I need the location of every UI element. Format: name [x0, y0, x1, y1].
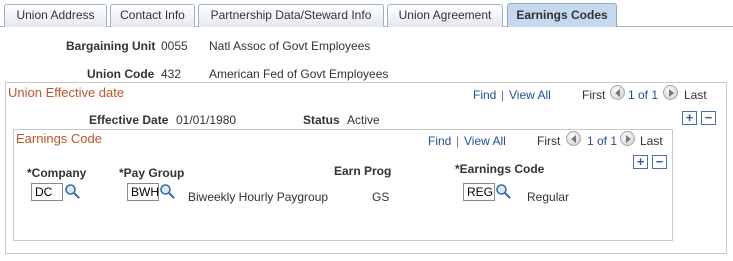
status-label: Status — [303, 113, 340, 127]
union-effective-date-title: Union Effective date — [8, 85, 125, 100]
row-range: 1 of 1 — [587, 134, 618, 148]
last-label: Last — [684, 88, 707, 102]
bargaining-unit-code: 0055 — [161, 39, 188, 53]
status-value: Active — [347, 113, 380, 127]
earnings-code-input[interactable]: REG — [463, 183, 495, 201]
pay-group-label: *Pay Group — [119, 166, 185, 180]
company-label: *Company — [27, 166, 87, 180]
tab-label: Earnings Codes — [516, 8, 608, 22]
union-code-label: Union Code — [87, 67, 155, 81]
bargaining-unit-label: Bargaining Unit — [66, 39, 156, 53]
effective-date-value: 01/01/1980 — [176, 113, 237, 127]
pay-group-desc: Biweekly Hourly Paygroup — [188, 190, 329, 204]
union-code-value: 432 — [161, 67, 182, 81]
earn-prog-value: GS — [372, 190, 390, 204]
tab-label: Union Address — [16, 8, 95, 22]
tab-label: Union Agreement — [398, 8, 492, 22]
earn-prog-label: Earn Prog — [334, 164, 392, 178]
first-label: First — [582, 88, 606, 102]
chevron-right-icon[interactable] — [620, 131, 635, 146]
chevron-left-icon[interactable] — [566, 131, 581, 146]
tab-contact-info[interactable]: Contact Info — [110, 4, 195, 27]
tab-union-address[interactable]: Union Address — [4, 4, 107, 27]
magnifier-icon[interactable] — [159, 183, 175, 199]
separator: | — [456, 134, 460, 148]
row-range: 1 of 1 — [628, 88, 659, 102]
chevron-left-icon[interactable] — [610, 85, 625, 100]
first-label: First — [537, 134, 561, 148]
tab-union-agreement[interactable]: Union Agreement — [387, 4, 503, 27]
delete-row-button[interactable]: − — [652, 155, 667, 169]
tab-label: Contact Info — [120, 8, 185, 22]
union-code-desc: American Fed of Govt Employees — [209, 67, 389, 81]
earnings-find-link[interactable]: Find — [428, 134, 451, 148]
pay-group-input[interactable]: BWH — [127, 183, 159, 201]
magnifier-icon[interactable] — [495, 183, 511, 199]
add-row-button[interactable]: + — [682, 111, 697, 125]
earnings-code-title: Earnings Code — [16, 131, 102, 146]
effective-date-label: Effective Date — [89, 113, 169, 127]
magnifier-icon[interactable] — [64, 183, 80, 199]
add-row-button[interactable]: + — [633, 155, 648, 169]
tab-label: Partnership Data/Steward Info — [210, 8, 372, 22]
earnings-code-desc: Regular — [527, 190, 570, 204]
earnings-code-label: *Earnings Code — [455, 162, 545, 176]
chevron-right-icon[interactable] — [663, 85, 678, 100]
delete-row-button[interactable]: − — [701, 111, 716, 125]
tab-earnings-codes[interactable]: Earnings Codes — [507, 3, 617, 27]
last-label: Last — [640, 134, 663, 148]
union-effective-find-link[interactable]: Find — [473, 88, 496, 102]
company-input[interactable]: DC — [31, 183, 63, 201]
tab-bar: Union Address Contact Info Partnership D… — [0, 0, 733, 28]
separator: | — [501, 88, 505, 102]
tab-partnership-data[interactable]: Partnership Data/Steward Info — [198, 4, 384, 27]
earnings-view-all-link[interactable]: View All — [464, 134, 506, 148]
bargaining-unit-desc: Natl Assoc of Govt Employees — [209, 39, 371, 53]
union-effective-view-all-link[interactable]: View All — [509, 88, 551, 102]
